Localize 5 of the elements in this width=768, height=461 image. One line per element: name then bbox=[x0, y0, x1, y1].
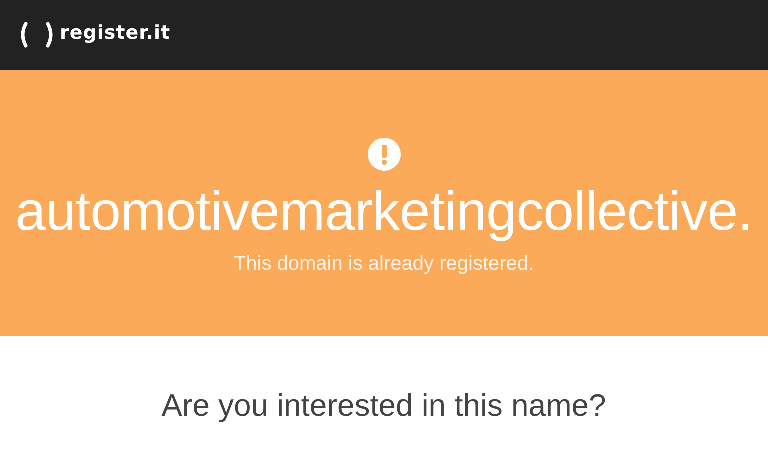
warning-icon bbox=[368, 138, 400, 171]
logo-text[interactable]: register.it bbox=[60, 22, 171, 44]
domain-name: automotivemarketingcollective. bbox=[15, 179, 752, 243]
status-message: This domain is already registered. bbox=[234, 253, 534, 276]
section-heading: Are you interested in this name? bbox=[160, 388, 608, 424]
